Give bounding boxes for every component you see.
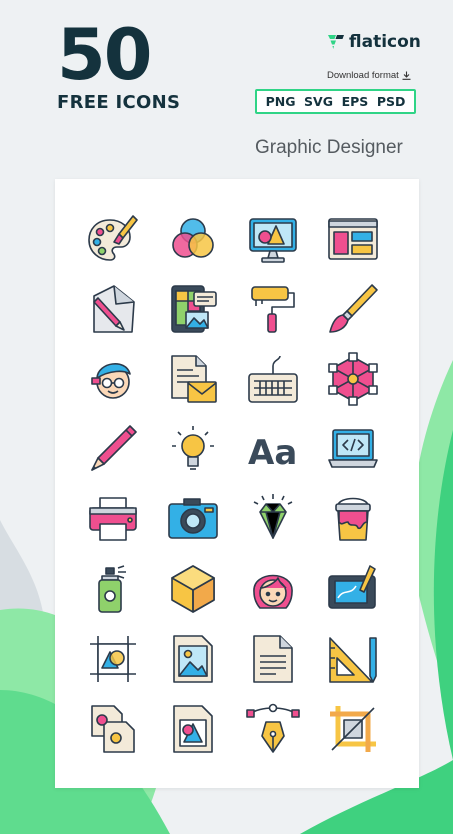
spray-can-icon[interactable] [85, 561, 141, 617]
drawing-paper-icon[interactable] [85, 281, 141, 337]
girl-avatar-icon[interactable] [245, 561, 301, 617]
designer-avatar-icon[interactable] [85, 351, 141, 407]
brand-name: flaticon [349, 32, 421, 52]
set-square-icon[interactable] [325, 631, 381, 687]
format-svg[interactable]: SVG [304, 94, 333, 109]
format-eps[interactable]: EPS [342, 94, 369, 109]
palette-icon[interactable] [85, 211, 141, 267]
vector-nodes-icon[interactable] [325, 351, 381, 407]
paint-roller-icon[interactable] [245, 281, 301, 337]
svg-text:Aa: Aa [248, 433, 297, 473]
pack-subtitle: FREE ICONS [57, 92, 181, 113]
tablet-gallery-icon[interactable] [165, 281, 221, 337]
format-list: PNG SVG EPS PSD [255, 89, 416, 114]
category-title: Graphic Designer [255, 137, 403, 158]
format-psd[interactable]: PSD [377, 94, 406, 109]
typography-icon[interactable]: Aa [245, 421, 301, 477]
camera-icon[interactable] [165, 491, 221, 547]
keyboard-icon[interactable] [245, 351, 301, 407]
diamond-icon[interactable] [245, 491, 301, 547]
monitor-shapes-icon[interactable] [245, 211, 301, 267]
email-document-icon[interactable] [165, 351, 221, 407]
printer-icon[interactable] [85, 491, 141, 547]
text-file-icon[interactable] [245, 631, 301, 687]
paint-bucket-icon[interactable] [325, 491, 381, 547]
icon-card: Aa [55, 179, 419, 788]
pencil-icon[interactable] [85, 421, 141, 477]
code-laptop-icon[interactable] [325, 421, 381, 477]
web-layout-icon[interactable] [325, 211, 381, 267]
image-file-icon[interactable] [165, 631, 221, 687]
download-icon [402, 71, 411, 80]
download-format-text: Download format [327, 70, 399, 81]
flaticon-brand[interactable]: flaticon [327, 32, 421, 52]
graphic-tablet-icon[interactable] [325, 561, 381, 617]
crop-canvas-icon[interactable] [85, 631, 141, 687]
icon-count: 50 [57, 14, 152, 96]
color-mixing-icon[interactable] [165, 211, 221, 267]
shape-file-icon[interactable] [165, 701, 221, 757]
paint-brush-icon[interactable] [325, 281, 381, 337]
cube-icon[interactable] [165, 561, 221, 617]
crop-tool-icon[interactable] [325, 701, 381, 757]
icon-grid: Aa [85, 211, 381, 757]
idea-bulb-icon[interactable] [165, 421, 221, 477]
file-copy-icon[interactable] [85, 701, 141, 757]
format-png[interactable]: PNG [266, 94, 296, 109]
flaticon-logo-icon [328, 35, 344, 49]
download-format-label: Download format [327, 70, 411, 81]
pen-tool-icon[interactable] [245, 701, 301, 757]
